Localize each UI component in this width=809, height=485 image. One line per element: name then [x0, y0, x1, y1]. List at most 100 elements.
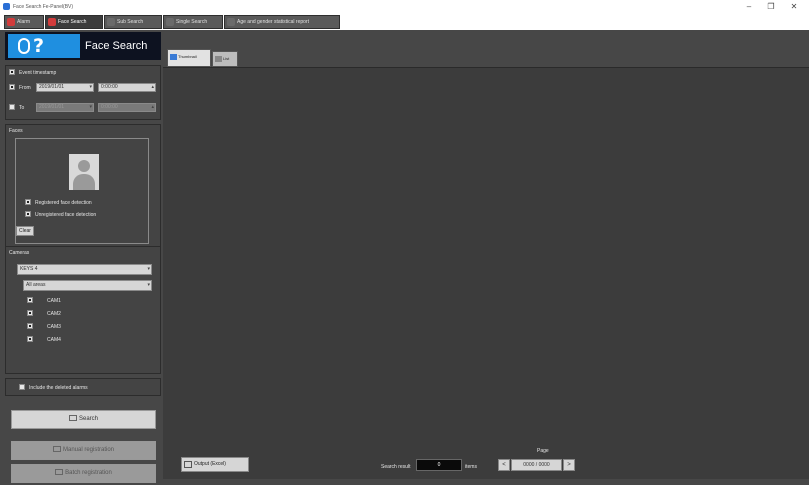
faces-title: Faces: [9, 128, 23, 134]
alarm-icon: [7, 18, 15, 26]
from-label: From: [19, 85, 31, 91]
include-deleted-panel: Include the deleted alarms: [5, 378, 161, 396]
header-title: Face Search: [85, 40, 148, 52]
tab-label: Single Search: [176, 19, 208, 25]
view-tabs: Thumbnail List: [163, 45, 809, 67]
output-excel-label: Output (Excel): [194, 461, 226, 467]
tab-thumbnail[interactable]: Thumbnail: [167, 49, 211, 67]
camera-group-dropdown[interactable]: KEYS 4 ▾: [17, 264, 152, 275]
to-time-value: 0:00:00: [101, 104, 118, 110]
camera-label: CAM4: [47, 337, 61, 343]
manual-registration-label: Manual registration: [62, 447, 115, 453]
excel-icon: [184, 461, 192, 468]
event-timestamp-label: Event timestamp: [19, 70, 57, 76]
camera-checkbox[interactable]: [27, 336, 33, 342]
minimize-button[interactable]: –: [738, 1, 760, 13]
tab-label: Thumbnail: [178, 54, 197, 59]
registered-face-label: Registered face detection: [35, 200, 92, 206]
search-button-label: Search: [78, 416, 98, 422]
batch-registration-label: Batch registration: [65, 470, 112, 476]
area-dropdown[interactable]: All areas ▾: [23, 280, 152, 291]
sub-search-icon: [107, 18, 115, 26]
include-deleted-checkbox[interactable]: [19, 384, 25, 390]
prev-page-button[interactable]: <: [498, 459, 510, 471]
face-search-icon: [48, 18, 56, 26]
search-result-label: Search result: [381, 464, 411, 470]
camera-label: CAM3: [47, 324, 61, 330]
tab-alarm[interactable]: Alarm: [4, 15, 44, 29]
tab-label: List: [223, 56, 230, 61]
registered-face-checkbox[interactable]: [25, 199, 31, 205]
camera-group-value: KEYS 4: [20, 266, 38, 272]
app-tab-strip: Alarm Face Search Sub Search Single Sear…: [0, 14, 809, 30]
to-label: To: [19, 105, 25, 111]
batch-registration-button[interactable]: Batch registration: [11, 464, 156, 483]
tab-label: Age and gender statistical report: [237, 19, 309, 25]
thumbnail-icon: [170, 54, 177, 60]
tab-single-search[interactable]: Single Search: [163, 15, 223, 29]
camera-checkbox[interactable]: [27, 323, 33, 329]
area-value: All areas: [26, 282, 46, 288]
cameras-title: Cameras: [9, 250, 30, 256]
face-placeholder-icon: [69, 154, 99, 190]
maximize-button[interactable]: ❐: [760, 1, 782, 13]
search-button[interactable]: Search: [11, 410, 156, 429]
output-excel-button[interactable]: Output (Excel): [181, 457, 249, 472]
manual-registration-button[interactable]: Manual registration: [11, 441, 156, 460]
question-mark-icon: ?: [33, 35, 45, 57]
list-icon: [215, 56, 222, 62]
page-label: Page: [537, 448, 549, 454]
results-area[interactable]: [163, 67, 809, 479]
spinner-icon: ▴: [151, 104, 154, 110]
clear-button[interactable]: Clear: [16, 226, 34, 236]
chevron-down-icon: ▾: [89, 84, 92, 90]
face-search-header: ? Face Search: [5, 32, 161, 60]
chevron-down-icon: ▾: [89, 104, 92, 110]
result-unit-label: items: [465, 464, 477, 470]
spinner-icon: ▴: [151, 84, 154, 90]
unregistered-face-label: Unregistered face detection: [35, 212, 97, 218]
to-date-value: 2019/01/01: [39, 104, 65, 110]
time-range-panel: Event timestamp From 2019/01/01 ▾ 0:00:0…: [5, 65, 161, 120]
tab-label: Face Search: [58, 19, 87, 25]
face-image-frame[interactable]: Registered face detection Unregistered f…: [15, 138, 149, 244]
event-timestamp-checkbox[interactable]: [9, 69, 15, 75]
next-page-button[interactable]: >: [563, 459, 575, 471]
from-time-value: 0:00:00: [101, 84, 118, 90]
report-icon: [227, 18, 235, 26]
batch-registration-icon: [55, 469, 64, 476]
search-result-count: 0: [416, 459, 462, 471]
from-time-field[interactable]: 0:00:00 ▴: [98, 83, 156, 92]
to-checkbox[interactable]: [9, 104, 15, 110]
app-icon: [3, 3, 10, 10]
page-indicator: 0000 / 0000: [511, 459, 562, 471]
camera-checkbox[interactable]: [27, 297, 33, 303]
from-date-value: 2019/01/01: [39, 84, 65, 90]
manual-registration-icon: [52, 446, 61, 453]
camera-checkbox[interactable]: [27, 310, 33, 316]
to-date-dropdown[interactable]: 2019/01/01 ▾: [36, 103, 94, 112]
results-panel: Thumbnail List Output (Excel) Search res…: [163, 30, 809, 485]
chevron-down-icon: ▾: [147, 266, 150, 272]
face-search-logo: ?: [8, 34, 80, 58]
from-checkbox[interactable]: [9, 84, 15, 90]
search-icon: [68, 415, 77, 422]
tab-list[interactable]: List: [212, 51, 238, 67]
close-button[interactable]: ✕: [783, 1, 805, 13]
search-criteria-panel: ? Face Search Event timestamp From 2019/…: [0, 30, 163, 485]
single-search-icon: [166, 18, 174, 26]
window-title: Face Search Fe-Panel(BV): [13, 4, 74, 10]
face-bracket-icon: [18, 38, 30, 54]
tab-age-gender-report[interactable]: Age and gender statistical report: [224, 15, 340, 29]
tab-face-search[interactable]: Face Search: [45, 15, 103, 29]
from-date-dropdown[interactable]: 2019/01/01 ▾: [36, 83, 94, 92]
tab-label: Alarm: [17, 19, 31, 25]
include-deleted-label: Include the deleted alarms: [29, 385, 88, 391]
tab-sub-search[interactable]: Sub Search: [104, 15, 162, 29]
camera-label: CAM1: [47, 298, 61, 304]
unregistered-face-checkbox[interactable]: [25, 211, 31, 217]
camera-label: CAM2: [47, 311, 61, 317]
tab-label: Sub Search: [117, 19, 144, 25]
to-time-field[interactable]: 0:00:00 ▴: [98, 103, 156, 112]
chevron-down-icon: ▾: [147, 282, 150, 288]
